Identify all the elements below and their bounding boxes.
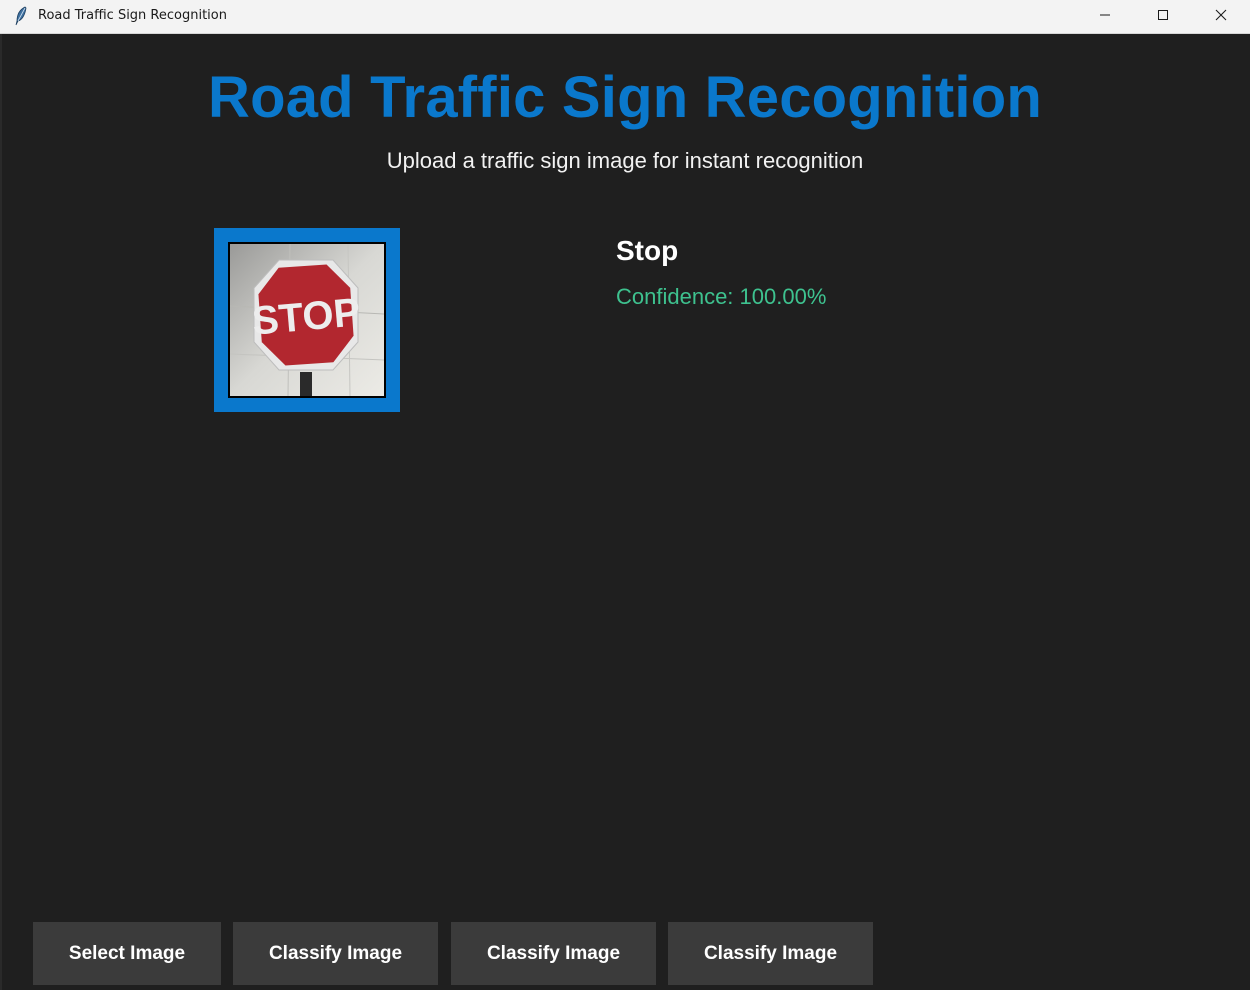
feather-icon [14,6,28,26]
page-subtitle: Upload a traffic sign image for instant … [386,148,864,173]
close-button[interactable] [1192,0,1250,33]
page-title: Road Traffic Sign Recognition [208,65,1042,130]
minimize-button[interactable] [1076,0,1134,33]
classify-image-button-1[interactable]: Classify Image [233,922,438,985]
window-title: Road Traffic Sign Recognition [38,8,227,23]
image-preview: STOP [228,242,386,398]
prediction-label: Stop [616,235,679,266]
sign-text: STOP [250,290,362,343]
classify-image-button-2[interactable]: Classify Image [451,922,656,985]
window-edge [0,34,2,990]
image-preview-frame: STOP [214,228,400,412]
classify-image-button-3[interactable]: Classify Image [668,922,873,985]
stop-sign-image: STOP [230,244,384,396]
minimize-icon [1099,8,1111,26]
app-window: Road Traffic Sign Recognition Road Traff… [0,0,1250,990]
confidence-label: Confidence: 100.00% [616,284,827,309]
maximize-button[interactable] [1134,0,1192,33]
select-image-button[interactable]: Select Image [33,922,221,985]
close-icon [1215,8,1227,26]
title-bar: Road Traffic Sign Recognition [0,0,1250,34]
maximize-icon [1157,8,1169,26]
